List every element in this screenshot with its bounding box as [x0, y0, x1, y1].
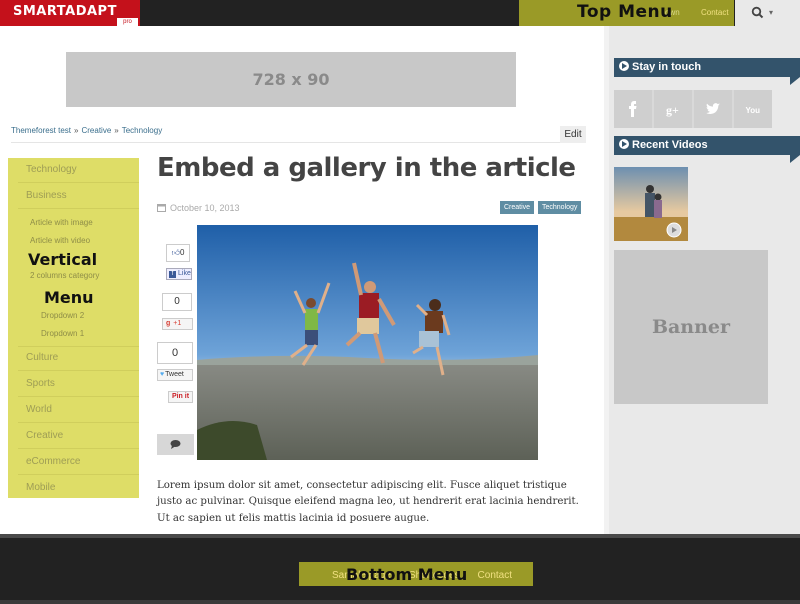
tag-technology[interactable]: Technology: [538, 201, 582, 214]
social-buttons: g+ You: [614, 90, 772, 128]
breadcrumb-divider: [11, 142, 586, 143]
vertical-submenu-item[interactable]: Dropdown 1: [41, 329, 84, 338]
menu-divider: [18, 474, 139, 475]
vertical-menu: Technology Business Article with image A…: [8, 158, 139, 498]
vertical-submenu-item[interactable]: 2 columns category: [30, 271, 99, 280]
menu-divider: [18, 396, 139, 397]
article-date-text: October 10, 2013: [170, 203, 240, 213]
chevron-down-icon: ▾: [769, 8, 774, 17]
sidebar-banner[interactable]: Banner: [614, 250, 768, 404]
facebook-like-button[interactable]: f Like: [166, 268, 192, 280]
google-plus-count: 0: [162, 293, 192, 311]
youtube-button[interactable]: You: [734, 90, 772, 128]
tweet-button[interactable]: ♥︎Tweet: [157, 369, 193, 381]
main-content: 728 x 90 Themeforest test» Creative» Techn…: [0, 26, 604, 534]
menu-divider: [18, 422, 139, 423]
tweet-label: Tweet: [165, 371, 184, 378]
article-body: Lorem ipsum dolor sit amet, consectetur …: [157, 480, 579, 524]
circle-arrow-icon: [619, 139, 629, 149]
menu-divider: [18, 448, 139, 449]
comments-button[interactable]: [157, 434, 194, 455]
video-thumbnail[interactable]: [614, 167, 688, 241]
calendar-icon: [157, 204, 166, 212]
article-photo[interactable]: [197, 225, 538, 460]
thumbs-up-icon: 👍︎: [171, 248, 180, 257]
vertical-menu-item[interactable]: Technology: [26, 164, 77, 175]
widget-title: Stay in touch: [632, 61, 702, 73]
edit-button[interactable]: Edit: [560, 126, 586, 143]
top-menu-item-contact[interactable]: Contact: [701, 8, 729, 17]
breadcrumb-item[interactable]: Themeforest test: [11, 126, 71, 135]
vertical-menu-item[interactable]: World: [26, 404, 52, 415]
sidebar-gutter: [604, 26, 609, 534]
facebook-icon: f: [169, 271, 176, 278]
facebook-like-count: 👍︎0: [166, 244, 190, 262]
vertical-menu-item[interactable]: Sports: [26, 378, 55, 389]
widget-recent-videos-header: Recent Videos: [614, 136, 800, 155]
google-plus-label: +1: [173, 320, 182, 327]
logo[interactable]: SMARTADAPT pro: [0, 0, 140, 26]
top-menu-label: Top Menu: [577, 2, 673, 22]
twitter-icon: ♥︎: [160, 371, 165, 378]
tag-creative[interactable]: Creative: [500, 201, 535, 214]
pinterest-button[interactable]: Pin it: [168, 391, 193, 403]
widget-title: Recent Videos: [632, 139, 708, 151]
google-plus-icon: g+: [666, 103, 679, 117]
breadcrumb-separator: »: [114, 126, 119, 135]
vertical-menu-label: Vertical: [28, 250, 98, 269]
menu-divider: [18, 182, 139, 183]
tweet-count: 0: [157, 342, 193, 364]
google-icon: g: [166, 320, 171, 327]
google-plus-button-sidebar[interactable]: g+: [654, 90, 692, 128]
vertical-submenu-item[interactable]: Article with image: [30, 218, 93, 227]
footer-top-border: [0, 534, 800, 538]
logo-text: SMARTADAPT: [13, 4, 117, 19]
vertical-menu-item[interactable]: eCommerce: [26, 456, 80, 467]
footer-bottom-line: [0, 600, 800, 604]
vertical-menu-item[interactable]: Business: [26, 190, 67, 201]
facebook-like-label: Like: [178, 270, 191, 277]
menu-divider: [18, 208, 139, 209]
widget-fold: [790, 155, 800, 163]
search-button[interactable]: ▾: [735, 0, 800, 26]
google-plus-button[interactable]: g +1: [162, 318, 193, 330]
breadcrumb-item[interactable]: Creative: [81, 126, 111, 135]
vertical-submenu-item[interactable]: Article with video: [30, 236, 90, 245]
twitter-icon: [706, 103, 720, 115]
svg-text:You: You: [746, 106, 761, 115]
comment-icon: [170, 440, 181, 449]
youtube-icon: You: [746, 106, 761, 115]
menu-divider: [18, 346, 139, 347]
widget-stay-in-touch-header: Stay in touch: [614, 58, 800, 77]
facebook-button[interactable]: [614, 90, 652, 128]
bottom-menu-label: Bottom Menu: [346, 565, 468, 584]
ad-banner-728[interactable]: 728 x 90: [66, 52, 516, 107]
breadcrumb-separator: »: [74, 126, 79, 135]
vertical-menu-item[interactable]: Culture: [26, 352, 58, 363]
logo-badge: pro: [117, 18, 138, 26]
vertical-menu-label: Menu: [44, 288, 94, 307]
facebook-icon: [629, 101, 637, 117]
circle-arrow-icon: [619, 61, 629, 71]
svg-text:g+: g+: [666, 103, 679, 117]
article-date: October 10, 2013: [157, 203, 240, 213]
bottom-menu-item[interactable]: Contact: [478, 570, 512, 581]
widget-fold: [790, 77, 800, 85]
article-title: Embed a gallery in the article: [157, 153, 576, 183]
breadcrumb: Themeforest test» Creative» Technology: [11, 126, 162, 135]
vertical-menu-item[interactable]: Creative: [26, 430, 63, 441]
twitter-button[interactable]: [694, 90, 732, 128]
breadcrumb-item[interactable]: Technology: [122, 126, 162, 135]
vertical-submenu-item[interactable]: Dropdown 2: [41, 311, 84, 320]
menu-divider: [18, 370, 139, 371]
vertical-menu-item[interactable]: Mobile: [26, 482, 55, 493]
facebook-like-count-value: 0: [179, 248, 185, 257]
search-icon: [751, 6, 764, 19]
